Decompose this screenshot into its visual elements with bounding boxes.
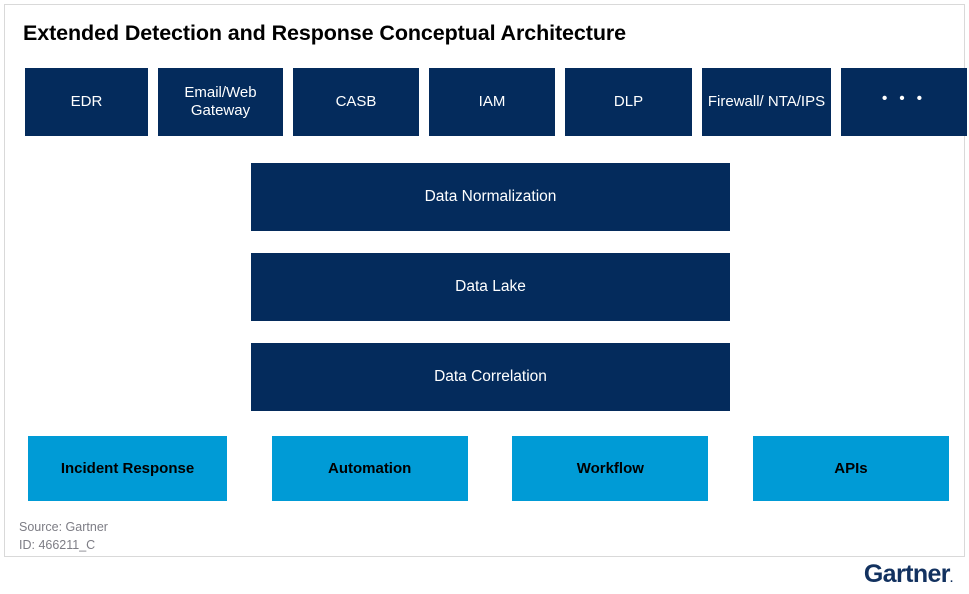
capability-tile-label: Incident Response [60, 460, 195, 477]
capability-tile-apis[interactable]: APIs [752, 436, 949, 501]
source-tile-label: IAM [478, 93, 506, 111]
document-id-label: ID: 466211_C [19, 538, 96, 553]
pipeline-layer-data-normalization[interactable]: Data Normalization [251, 163, 730, 231]
capability-tile-incident-response[interactable]: Incident Response [28, 436, 227, 501]
slide-footer: Gartner. [0, 558, 969, 594]
gartner-logo: Gartner. [864, 560, 953, 589]
capabilities-row: Incident Response Automation Workflow AP… [28, 436, 949, 501]
pipeline-layer-label: Data Lake [455, 278, 526, 295]
page-title: Extended Detection and Response Conceptu… [23, 21, 626, 45]
capability-tile-label: Automation [327, 460, 412, 477]
slide-canvas: Extended Detection and Response Conceptu… [0, 0, 969, 594]
pipeline-layer-label: Data Correlation [434, 368, 547, 385]
source-tile-casb[interactable]: CASB [293, 68, 419, 136]
source-tile-ellipsis[interactable]: • • • [841, 68, 967, 136]
source-tile-label: EDR [70, 93, 103, 111]
gartner-logo-mark: . [949, 573, 953, 585]
source-tile-edr[interactable]: EDR [25, 68, 148, 136]
pipeline-layer-label: Data Normalization [424, 188, 557, 205]
source-tile-email-web-gateway[interactable]: Email/Web Gateway [158, 68, 283, 136]
capability-tile-label: APIs [834, 460, 868, 477]
pipeline-layer-data-correlation[interactable]: Data Correlation [251, 343, 730, 411]
pipeline-layer-data-lake[interactable]: Data Lake [251, 253, 730, 321]
gartner-logo-text: Gartner [863, 560, 951, 588]
ellipsis-icon: • • • [881, 90, 927, 108]
content-card: Extended Detection and Response Conceptu… [4, 4, 967, 557]
source-tile-label: DLP [613, 93, 644, 111]
telemetry-sources-row: EDR Email/Web Gateway CASB IAM DLP Firew… [25, 68, 967, 136]
source-tile-dlp[interactable]: DLP [565, 68, 692, 136]
source-label: Source: Gartner [19, 520, 108, 534]
source-tile-firewall-nta-ips[interactable]: Firewall/ NTA/IPS [702, 68, 831, 136]
source-note: Source: Gartner ID: 466211_C [19, 518, 108, 554]
source-tile-label: Firewall/ NTA/IPS [707, 93, 826, 111]
source-tile-label: CASB [335, 93, 377, 111]
source-tile-iam[interactable]: IAM [429, 68, 555, 136]
source-tile-label: Email/Web Gateway [184, 84, 257, 119]
capability-tile-automation[interactable]: Automation [271, 436, 468, 501]
capability-tile-label: Workflow [576, 460, 644, 477]
capability-tile-workflow[interactable]: Workflow [512, 436, 709, 501]
